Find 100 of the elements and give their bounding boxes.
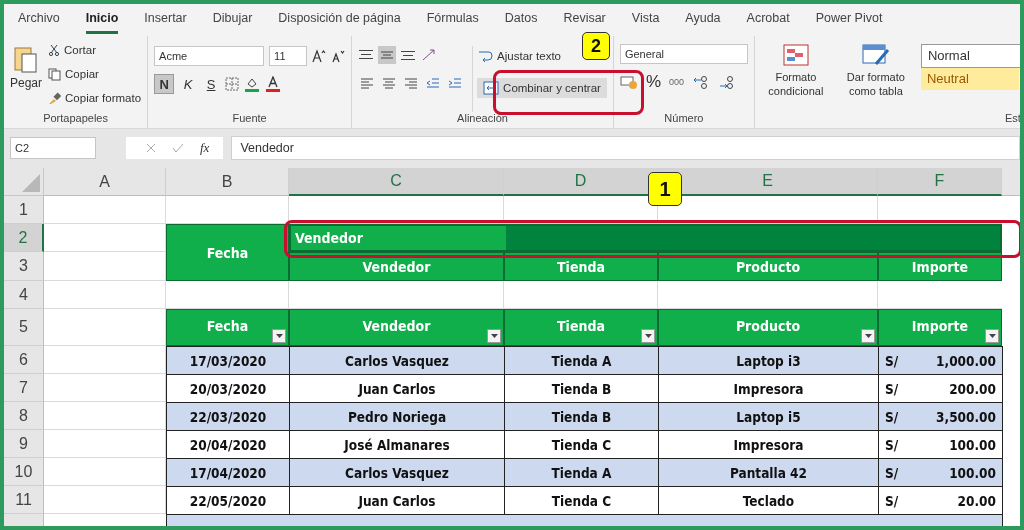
font-size-field[interactable]: 11 [269,46,308,66]
dropdown-arrow-icon [275,334,283,338]
step-badge: 1 [648,172,682,206]
wrap-text-button[interactable]: Ajustar texto [477,46,561,66]
paste-button[interactable]: Pegar [10,40,43,112]
percent-button[interactable]: % [645,72,661,92]
row-header[interactable]: 11 [4,486,44,514]
row-header[interactable]: 7 [4,374,44,402]
row-header[interactable]: 3 [4,252,44,281]
cancel-icon [146,143,156,153]
table-cell: 17/03/2020 [166,346,290,375]
column-header[interactable]: A [44,168,166,196]
scissors-icon [48,44,61,56]
header-cell: Producto [658,252,878,281]
row-header[interactable]: 4 [4,281,44,309]
cut-button[interactable]: Cortar [48,40,142,60]
insert-function-button[interactable]: fx [200,140,210,156]
underline-button[interactable]: S [202,75,221,93]
table-cell: Tienda A [504,458,659,487]
name-box[interactable]: C2 [10,137,96,159]
fill-color-icon [244,76,261,92]
table-cell: Pantalla 42 [658,458,879,487]
dropdown-arrow-icon [988,334,996,338]
table-cell: 22/05/2020 [166,486,290,515]
font-name-field[interactable]: Acme [154,46,265,66]
grow-font-icon [312,49,327,63]
table-cell: 20/03/2020 [166,374,290,403]
filter-button[interactable] [641,329,655,343]
table-grid-icon [782,44,809,66]
amount-text: 200.00 [949,380,996,397]
table-cell: Tienda C [504,430,659,459]
ribbon-tab[interactable]: Vista [631,11,660,31]
header-cell: Importe [878,252,1002,281]
table-brush-icon [861,44,890,66]
conditional-format-button[interactable]: Formato condicional [760,44,831,112]
ribbon-tab[interactable]: Fórmulas [426,11,479,31]
currency-text: S/ [885,352,899,369]
row-header[interactable]: 8 [4,402,44,430]
align-bottom-icon [400,50,417,60]
copy-icon [48,67,62,81]
table-cell: Tienda B [504,374,659,403]
ribbon-tab[interactable]: Dibujar [212,11,253,31]
table-cell: Juan Carlos [289,486,505,515]
italic-button[interactable]: K [179,75,198,93]
brush-icon [48,91,62,105]
bold-button[interactable]: N [154,74,175,94]
cell-style[interactable]: Normal [920,44,1020,68]
table-cell: Impresora [658,374,879,403]
ribbon-tab[interactable]: Acrobat [746,11,790,31]
format-as-table-button[interactable]: Dar formato como tabla [840,44,911,112]
check-icon [172,143,184,153]
header-text: Fecha [206,318,249,334]
filter-button[interactable] [861,329,875,343]
table-cell: Tienda B [504,402,659,431]
header-text: Producto [735,318,801,334]
filter-button[interactable] [272,329,286,343]
table-cell: Tienda A [504,346,659,375]
row-header[interactable]: 1 [4,196,44,224]
amount-text: 20.00 [957,492,996,509]
number-format-field[interactable]: General [619,44,748,64]
filter-button[interactable] [487,329,501,343]
header-text: Tienda [557,318,605,334]
currency-text: S/ [885,492,899,509]
align-top-icon [358,50,375,60]
shrink-font-icon [331,49,346,63]
ribbon-tab[interactable]: Ayuda [685,11,721,31]
ribbon-tab[interactable]: Datos [504,11,538,31]
row-header[interactable]: 6 [4,346,44,374]
amount-text: 1,000.00 [936,352,996,369]
amount-text: 100.00 [949,436,996,453]
row-header[interactable]: 9 [4,430,44,458]
column-header[interactable]: C [289,168,504,196]
row-header[interactable]: 2 [4,224,44,252]
column-header[interactable]: F [878,168,1002,196]
header-cell: Vendedor [289,252,504,281]
formula-input[interactable]: Vendedor [231,136,1020,160]
format-painter-button[interactable]: Copiar formato [48,88,142,108]
column-header[interactable]: B [166,168,289,196]
table-cell: Teclado [658,486,879,515]
row-header[interactable]: 5 [4,309,44,346]
corner-triangle-icon [22,174,40,192]
column-header[interactable]: D [504,168,658,196]
table-cell: Juan Carlos [289,374,505,403]
filter-button[interactable] [985,329,999,343]
row-header[interactable]: 10 [4,458,44,486]
wrap-text-icon [477,48,494,64]
copy-button[interactable]: Copiar [48,64,142,84]
ribbon-tab[interactable]: Revisar [563,11,606,31]
ribbon-tab[interactable]: Archivo [18,11,60,31]
ribbon-tab[interactable]: Power Pivot [815,11,883,31]
ribbon-tab[interactable]: Insertar [144,11,187,31]
group-label: Alineación [457,112,508,126]
step-badge: 2 [582,32,610,60]
dropdown-arrow-icon [490,334,498,338]
ribbon-tab[interactable]: Disposición de página [278,11,401,31]
dropdown-arrow-icon [644,334,652,338]
merge-center-button[interactable]: Combinar y centrar [477,78,607,98]
thousands-button[interactable]: 000 [669,77,685,87]
cell-style[interactable]: Neutral [920,68,1019,90]
amount-text: 3,500.00 [936,408,996,425]
